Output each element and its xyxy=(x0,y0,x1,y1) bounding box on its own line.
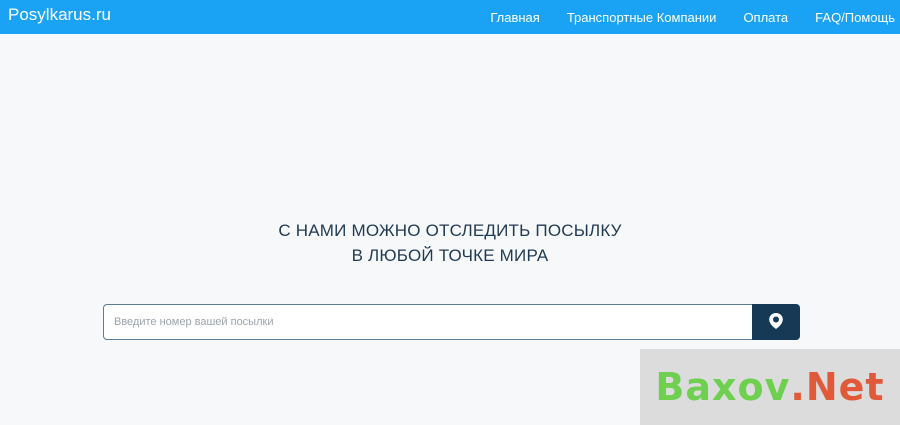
top-navbar: Posylkarus.ru Главная Транспортные Компа… xyxy=(0,0,900,34)
nav-link-transport-companies[interactable]: Транспортные Компании xyxy=(567,10,717,25)
location-pin-icon xyxy=(768,312,784,333)
hero-line-1: С НАМИ МОЖНО ОТСЛЕДИТЬ ПОСЫЛКУ xyxy=(278,221,622,240)
nav-link-home[interactable]: Главная xyxy=(490,10,539,25)
watermark-text-part2: .Net xyxy=(790,365,885,409)
watermark-logo: Baxov .Net xyxy=(640,349,900,425)
nav-link-faq-help[interactable]: FAQ/Помощь xyxy=(815,10,895,25)
tracking-number-input[interactable] xyxy=(103,304,752,340)
track-button[interactable] xyxy=(752,304,800,340)
hero-line-2: В ЛЮБОЙ ТОЧКЕ МИРА xyxy=(351,246,549,265)
hero-heading: С НАМИ МОЖНО ОТСЛЕДИТЬ ПОСЫЛКУ В ЛЮБОЙ Т… xyxy=(0,218,900,268)
nav-link-payment[interactable]: Оплата xyxy=(743,10,788,25)
brand-logo-link[interactable]: Posylkarus.ru xyxy=(8,5,111,25)
tracking-search-form xyxy=(103,304,800,340)
watermark-text-part1: Baxov xyxy=(655,365,791,409)
main-nav: Главная Транспортные Компании Оплата FAQ… xyxy=(490,0,895,34)
